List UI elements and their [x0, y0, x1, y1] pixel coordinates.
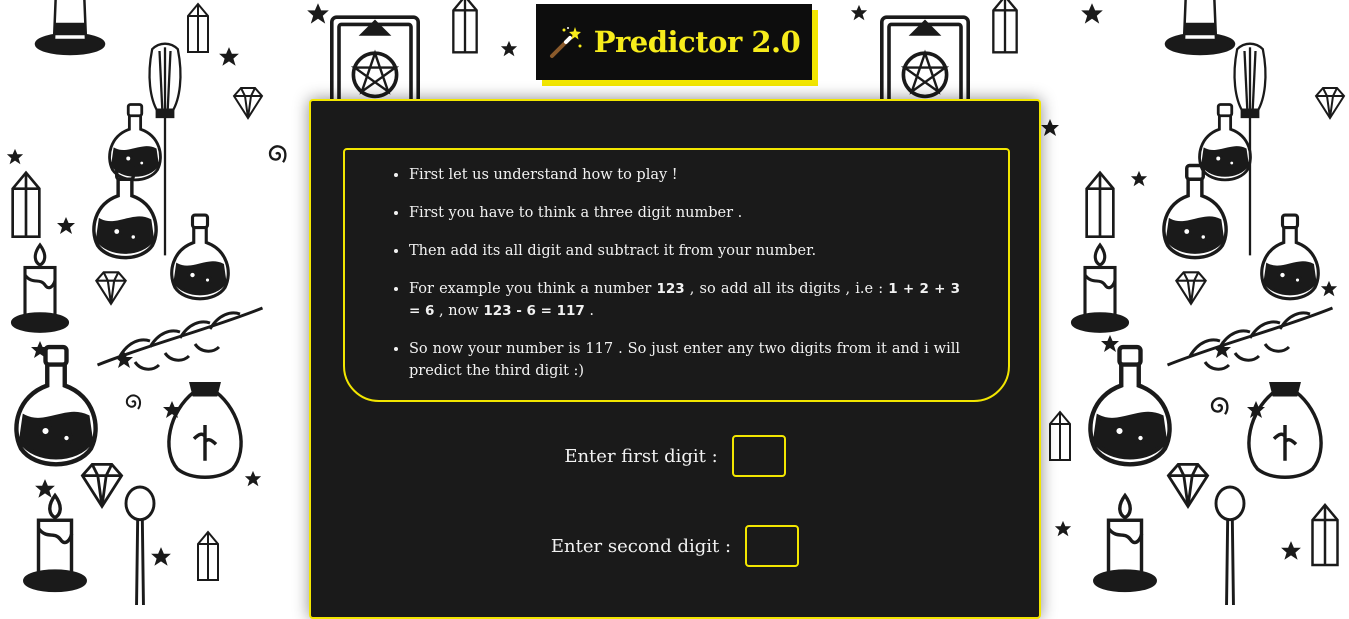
app-title-banner: Predictor 2.0 [536, 4, 812, 80]
instruction-text: So now your number is 117 . So just ente… [409, 341, 960, 379]
second-digit-label: Enter second digit : [550, 535, 732, 557]
instruction-item: For example you think a number 123 , so … [409, 278, 960, 322]
instruction-emphasis: 123 - 6 = 117 [483, 303, 585, 319]
instruction-text: , now [434, 303, 484, 319]
instruction-item: First you have to think a three digit nu… [409, 202, 960, 224]
instruction-text: . [584, 303, 595, 319]
instructions-list: First let us understand how to play ! Fir… [409, 164, 960, 382]
instruction-item: First let us understand how to play ! [409, 164, 960, 186]
game-panel: First let us understand how to play ! Fir… [309, 99, 1041, 619]
second-digit-input[interactable] [745, 525, 800, 567]
first-digit-label: Enter first digit : [564, 445, 718, 467]
instruction-text: Then add its all digit and subtract it f… [409, 243, 817, 259]
instruction-text: For example you think a number [409, 281, 657, 297]
first-digit-input[interactable] [731, 435, 786, 477]
instruction-emphasis: 123 [656, 281, 685, 297]
instruction-text: , so add all its digits , i.e : [684, 281, 889, 297]
magic-wand-icon [549, 27, 582, 58]
instruction-item: Then add its all digit and subtract it f… [409, 240, 960, 262]
first-digit-row: Enter first digit : [311, 435, 1039, 477]
instructions-box: First let us understand how to play ! Fir… [343, 148, 1010, 402]
app-title: Predictor 2.0 [593, 25, 801, 59]
instruction-item: So now your number is 117 . So just ente… [409, 338, 960, 382]
second-digit-row: Enter second digit : [311, 525, 1039, 567]
instruction-text: First let us understand how to play ! [409, 167, 678, 183]
instruction-text: First you have to think a three digit nu… [409, 205, 743, 221]
